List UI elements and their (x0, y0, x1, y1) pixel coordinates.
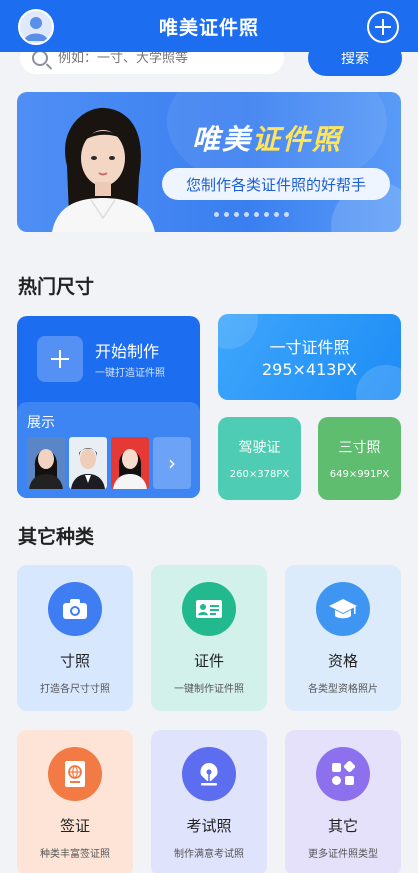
category-card-other[interactable]: 其它 更多证件照类型 (285, 730, 401, 873)
banner-title-part2: 证件照 (252, 123, 343, 156)
app-page: 搜索 唯美证件照 唯美证件照 您制作各类证件照的好帮手 (0, 0, 418, 873)
driver-license-card[interactable]: 驾驶证 260×378PX (218, 417, 301, 500)
search-input[interactable] (58, 50, 258, 66)
other-types-title: 其它种类 (18, 526, 95, 548)
driver-title: 驾驶证 (238, 440, 281, 456)
apps-icon (316, 747, 370, 801)
category-desc: 打造各尺寸寸照 (40, 684, 110, 695)
category-card-exam[interactable]: 考试照 制作满意考试照 (151, 730, 267, 873)
sample-photo[interactable] (111, 437, 149, 489)
start-subtitle: 一键打造证件照 (95, 368, 165, 379)
passport-icon (48, 747, 102, 801)
category-desc: 更多证件照类型 (308, 849, 378, 860)
banner-title-part1: 唯美 (192, 123, 253, 156)
start-making-card[interactable]: 开始制作 一键打造证件照 展示 › (17, 316, 200, 498)
user-avatar-icon[interactable] (18, 9, 54, 45)
top-bar: 唯美证件照 (0, 0, 418, 52)
showcase-panel: 展示 › (17, 402, 200, 498)
plus-icon (37, 336, 83, 382)
category-desc: 制作满意考试照 (174, 849, 244, 860)
sample-photo[interactable] (27, 437, 65, 489)
sample-photo[interactable] (69, 437, 107, 489)
id-card-icon (182, 582, 236, 636)
three-inch-size: 649×991PX (329, 469, 390, 480)
plus-circle-icon[interactable] (367, 11, 399, 43)
one-inch-title: 一寸证件照 (269, 338, 350, 357)
driver-size: 260×378PX (229, 469, 290, 480)
banner-subtitle: 您制作各类证件照的好帮手 (162, 168, 390, 200)
app-title: 唯美证件照 (158, 16, 259, 39)
camera-icon (48, 582, 102, 636)
start-title: 开始制作 (95, 342, 160, 361)
three-inch-title: 三寸照 (338, 440, 381, 456)
category-card-visa[interactable]: 签证 种类丰富签证照 (17, 730, 133, 873)
graduation-cap-icon (316, 582, 370, 636)
category-card-size-photo[interactable]: 寸照 打造各尺寸寸照 (17, 565, 133, 711)
search-icon (32, 50, 48, 66)
category-desc: 种类丰富签证照 (40, 849, 110, 860)
category-card-qualification[interactable]: 资格 各类型资格照片 (285, 565, 401, 711)
pen-nib-icon (182, 747, 236, 801)
banner-portrait-image (52, 107, 155, 232)
category-name: 证件 (193, 652, 224, 670)
category-name: 签证 (59, 817, 90, 835)
hot-sizes-title: 热门尺寸 (18, 276, 95, 298)
category-name: 其它 (327, 817, 358, 835)
showcase-label: 展示 (27, 415, 55, 431)
category-name: 考试照 (186, 817, 232, 835)
one-inch-size: 295×413PX (261, 360, 358, 379)
chevron-right-icon[interactable]: › (153, 437, 191, 489)
category-name: 资格 (327, 652, 358, 670)
banner-title: 唯美证件照 (192, 118, 342, 158)
one-inch-card[interactable]: 一寸证件照 295×413PX (218, 314, 401, 400)
category-name: 寸照 (59, 652, 90, 670)
promo-banner[interactable]: 唯美证件照 您制作各类证件照的好帮手 (17, 92, 401, 232)
banner-pagination (214, 212, 289, 217)
category-desc: 一键制作证件照 (174, 684, 244, 695)
category-desc: 各类型资格照片 (308, 684, 378, 695)
three-inch-card[interactable]: 三寸照 649×991PX (318, 417, 401, 500)
category-card-id[interactable]: 证件 一键制作证件照 (151, 565, 267, 711)
